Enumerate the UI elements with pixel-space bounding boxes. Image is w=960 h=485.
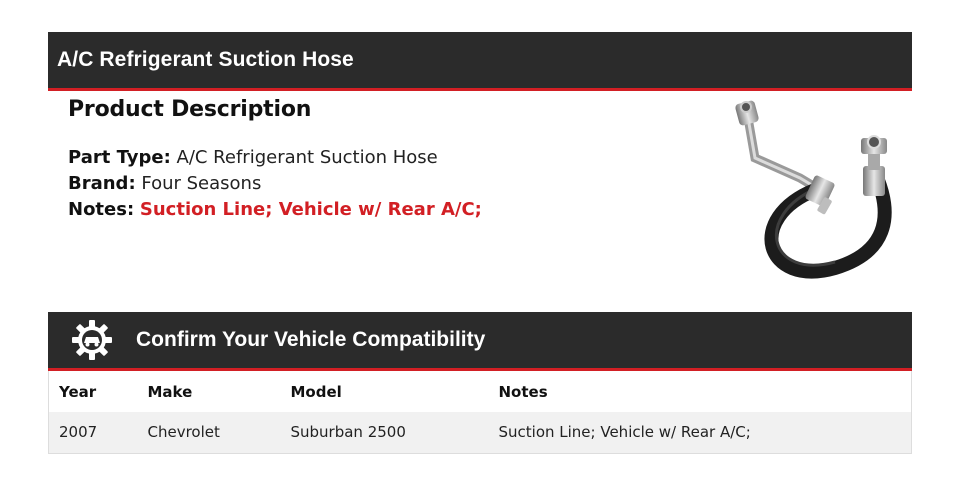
part-type-label: Part Type: xyxy=(68,147,171,168)
column-header-make: Make xyxy=(137,371,281,412)
notes-label: Notes: xyxy=(68,199,135,220)
cell-notes: Suction Line; Vehicle w/ Rear A/C; xyxy=(488,412,912,453)
notes-value: Suction Line; Vehicle w/ Rear A/C; xyxy=(139,199,482,220)
product-description: Product Description Part Type: A/C Refri… xyxy=(68,97,668,223)
column-header-model: Model xyxy=(280,371,489,412)
part-type-row: Part Type: A/C Refrigerant Suction Hose xyxy=(68,145,668,171)
cell-model: Suburban 2500 xyxy=(280,412,489,453)
table-row: 2007 Chevrolet Suburban 2500 Suction Lin… xyxy=(48,412,912,453)
description-heading: Product Description xyxy=(68,97,312,122)
brand-value: Four Seasons xyxy=(141,173,262,194)
product-image xyxy=(735,100,892,279)
cell-make: Chevrolet xyxy=(137,412,281,453)
compatibility-table: Year Make Model Notes 2007 Chevrolet Sub… xyxy=(48,371,912,454)
part-type-value: A/C Refrigerant Suction Hose xyxy=(176,147,438,168)
table-header-row: Year Make Model Notes xyxy=(48,371,912,412)
gear-car-icon xyxy=(72,320,112,360)
cell-year: 2007 xyxy=(48,412,138,453)
notes-row: Notes: Suction Line; Vehicle w/ Rear A/C… xyxy=(68,197,668,223)
compatibility-bar: Confirm Your Vehicle Compatibility xyxy=(48,312,912,371)
column-header-year: Year xyxy=(48,371,138,412)
product-title: A/C Refrigerant Suction Hose xyxy=(57,48,354,71)
column-header-notes: Notes xyxy=(488,371,912,412)
compatibility-heading: Confirm Your Vehicle Compatibility xyxy=(136,328,486,351)
brand-row: Brand: Four Seasons xyxy=(68,171,668,197)
product-title-bar: A/C Refrigerant Suction Hose xyxy=(48,32,912,91)
brand-label: Brand: xyxy=(68,173,136,194)
